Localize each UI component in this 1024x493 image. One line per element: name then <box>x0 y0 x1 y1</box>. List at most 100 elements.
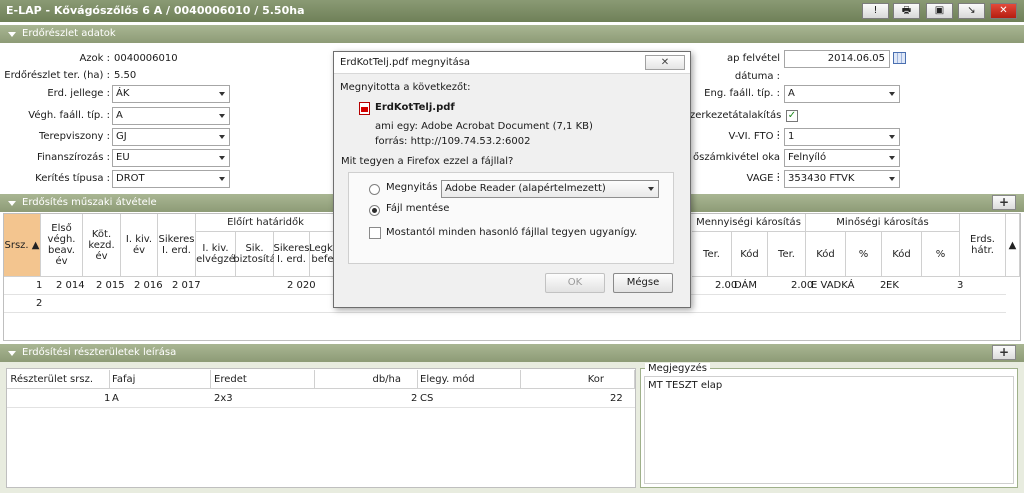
eng-value: A <box>788 88 795 99</box>
kerites-select[interactable]: DROT <box>112 170 230 188</box>
arrow-down-right-icon: ↘ <box>967 5 976 16</box>
row1-kot: 2 015 <box>96 280 125 291</box>
save-button[interactable]: ▣ <box>926 3 953 19</box>
azok-label: Azok : <box>79 53 110 64</box>
open-with-select[interactable]: Adobe Reader (alapértelmezett) <box>441 180 659 198</box>
header-label: Kód <box>892 248 911 260</box>
alert-button[interactable]: ! <box>862 3 889 19</box>
header-erds-hatr[interactable]: Erds. hátr. <box>960 214 1006 277</box>
row1-pct2: 3 <box>957 280 964 291</box>
header-kod1[interactable]: Kód <box>732 232 768 277</box>
ter-value: 5.50 <box>114 70 137 81</box>
header-srsz[interactable]: Srsz. ▲ <box>4 214 41 277</box>
header-fafaj[interactable]: Fafaj <box>110 370 211 389</box>
collapse-triangle-icon <box>8 201 16 206</box>
scroll-up-arrow-icon[interactable]: ▲ <box>1006 214 1020 277</box>
header-pct1[interactable]: % <box>846 232 882 277</box>
row2-srsz: 2 <box>36 298 43 309</box>
row1-kod3: EK <box>886 280 899 291</box>
header-label: Előírt határidők <box>227 217 304 228</box>
vage-select[interactable]: 353430 FTVK <box>784 170 900 188</box>
dialog-close-button[interactable]: ✕ <box>645 55 685 70</box>
header-elso-vegh[interactable]: Első végh. beav. év <box>41 214 83 277</box>
header-kor[interactable]: Kor <box>521 370 635 389</box>
close-icon: ✕ <box>999 5 1008 16</box>
finansz-select[interactable]: EU <box>112 149 230 167</box>
rt-row1-srsz: 1 <box>104 393 111 404</box>
szamkivetel-select[interactable]: Felnyíló <box>784 149 900 167</box>
header-kod2[interactable]: Kód <box>806 232 846 277</box>
calendar-icon[interactable] <box>893 52 906 64</box>
open-with-value: Adobe Reader (alapértelmezett) <box>445 183 606 194</box>
dialog-file-type: ami egy: Adobe Acrobat Document (7,1 KB) <box>375 121 593 132</box>
jellege-value: ÁK <box>116 88 130 99</box>
header-i-kiv[interactable]: I. kiv. év <box>121 214 158 277</box>
section-title: Erdősítés műszaki átvétele <box>22 197 157 208</box>
vage-label: VAGE : <box>746 173 780 184</box>
kerites-value: DROT <box>116 173 145 184</box>
chevron-down-icon <box>885 129 899 145</box>
header-label: Sikeres I. erd. <box>273 243 310 265</box>
chevron-down-icon <box>215 108 229 124</box>
rt-row1-kor: 22 <box>610 393 623 404</box>
add-row-button[interactable]: + <box>992 345 1016 360</box>
header-label: I. kiv. elvégzé <box>196 243 235 265</box>
header-label: I. kiv. év <box>125 234 153 256</box>
remember-checkbox[interactable] <box>369 227 381 239</box>
header-sikeres[interactable]: Sikeres I. erd. <box>158 214 196 277</box>
header-label: Elegy. mód <box>420 373 475 385</box>
open-with-radio[interactable] <box>369 184 380 195</box>
header-kod3[interactable]: Kód <box>882 232 922 277</box>
jellege-select[interactable]: ÁK <box>112 85 230 103</box>
eng-select[interactable]: A <box>784 85 900 103</box>
fto-select[interactable]: 1 <box>784 128 900 146</box>
terep-select[interactable]: GJ <box>112 128 230 146</box>
header-kot-kezd[interactable]: Köt. kezd. év <box>83 214 121 277</box>
header-eloirt: Előírt határidők <box>196 214 336 232</box>
dialog-filename: ErdKotTelj.pdf <box>375 102 455 113</box>
header-minosegi: Minőségi károsítás <box>806 214 960 232</box>
szerkezet-checkbox[interactable]: ✓ <box>786 110 798 122</box>
header-label: Sikeres I. erd. <box>158 234 195 256</box>
header-label: Eredet <box>214 373 247 385</box>
remember-label: Mostantól minden hasonló fájllal tegyen … <box>386 227 638 238</box>
minimize-button[interactable]: ↘ <box>958 3 985 19</box>
section-header-reszteruletek[interactable]: Erdősítési részterületek leírása + <box>0 344 1024 362</box>
header-eredet[interactable]: Eredet <box>211 370 315 389</box>
save-file-radio[interactable] <box>369 205 380 216</box>
terep-value: GJ <box>116 131 127 142</box>
close-window-button[interactable]: ✕ <box>990 3 1017 19</box>
header-i-kiv-elvegz[interactable]: I. kiv. elvégzé <box>196 232 236 277</box>
exclamation-icon: ! <box>873 5 878 16</box>
header-label: Kor <box>587 373 604 385</box>
header-ter2[interactable]: Ter. <box>768 232 806 277</box>
header-dbha[interactable]: db/ha <box>315 370 418 389</box>
row1-sikerd: 2 020 <box>287 280 316 291</box>
cancel-button[interactable]: Mégse <box>613 273 673 293</box>
print-button[interactable]: 🖶 <box>893 3 920 19</box>
ter-label: Erdőrészlet ter. (ha) : <box>4 70 110 81</box>
fto-value: 1 <box>788 131 795 142</box>
header-reszterulet-srsz[interactable]: Részterület srsz. <box>7 370 110 389</box>
header-pct2[interactable]: % <box>922 232 960 277</box>
add-row-button[interactable]: + <box>992 195 1016 210</box>
vegh-label: Végh. faáll. típ. : <box>28 110 110 121</box>
notes-textarea[interactable]: MT TESZT elap <box>644 376 1014 484</box>
section-header-erdoreszlet[interactable]: Erdőrészlet adatok <box>0 25 1024 43</box>
header-label: Sik. biztosítá <box>233 243 276 265</box>
header-label: Kód <box>816 248 835 260</box>
header-elegy[interactable]: Elegy. mód <box>418 370 521 389</box>
ok-button[interactable]: OK <box>545 273 605 293</box>
header-label: Minőségi károsítás <box>836 217 929 228</box>
notes-box: Megjegyzés MT TESZT elap <box>640 363 1018 488</box>
row1-kod2: E VADKÁ <box>811 280 855 291</box>
header-sik-biztosita[interactable]: Sik. biztosítá <box>233 232 276 277</box>
header-label: Köt. kezd. év <box>88 228 115 262</box>
felvetel-date-input[interactable]: 2014.06.05 <box>784 50 890 68</box>
disk-icon: ▣ <box>934 5 945 16</box>
header-sikeres-i-erd[interactable]: Sikeres I. erd. <box>274 232 310 277</box>
kerites-label: Kerítés típusa : <box>35 173 110 184</box>
header-ter1[interactable]: Ter. <box>692 232 732 277</box>
pdf-file-icon <box>359 102 370 115</box>
vegh-select[interactable]: A <box>112 107 230 125</box>
